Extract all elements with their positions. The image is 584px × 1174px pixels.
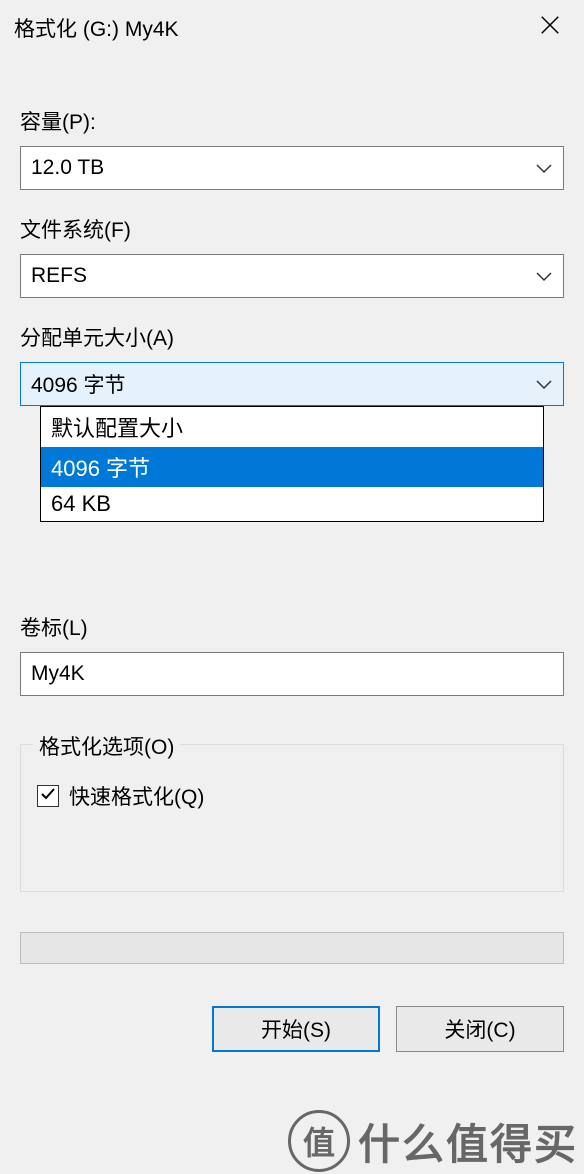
format-options-legend: 格式化选项(O) (33, 731, 180, 761)
volume-input[interactable] (20, 652, 564, 696)
chevron-down-icon (535, 378, 553, 390)
check-icon (40, 784, 56, 808)
quick-format-label: 快速格式化(Q) (69, 781, 204, 811)
capacity-select[interactable]: 12.0 TB (20, 146, 564, 190)
close-icon (539, 14, 561, 42)
quick-format-checkbox-row[interactable]: 快速格式化(Q) (37, 781, 547, 811)
close-button[interactable]: 关闭(C) (396, 1006, 564, 1052)
dialog-content: 容量(P): 12.0 TB 文件系统(F) REFS 分配单元大小(A) 40… (0, 56, 584, 1052)
filesystem-label: 文件系统(F) (20, 214, 564, 244)
format-progress-bar (20, 932, 564, 964)
allocation-dropdown-list: 默认配置大小4096 字节64 KB (40, 406, 544, 522)
allocation-option[interactable]: 默认配置大小 (41, 407, 543, 447)
titlebar: 格式化 (G:) My4K (0, 0, 584, 56)
close-window-button[interactable] (530, 8, 570, 48)
filesystem-value: REFS (31, 264, 87, 288)
format-options-group: 格式化选项(O) 快速格式化(Q) (20, 744, 564, 892)
window-title: 格式化 (G:) My4K (14, 13, 179, 43)
start-button-label: 开始(S) (261, 1014, 331, 1044)
chevron-down-icon (535, 270, 553, 282)
watermark: 值 什么值得买 (288, 1110, 578, 1172)
watermark-text: 什么值得买 (358, 1111, 578, 1172)
chevron-down-icon (535, 162, 553, 174)
allocation-value: 4096 字节 (31, 369, 126, 399)
close-button-label: 关闭(C) (444, 1014, 515, 1044)
capacity-value: 12.0 TB (31, 156, 104, 180)
capacity-label: 容量(P): (20, 106, 564, 136)
allocation-select[interactable]: 4096 字节 (20, 362, 564, 406)
filesystem-select[interactable]: REFS (20, 254, 564, 298)
start-button[interactable]: 开始(S) (212, 1006, 380, 1052)
quick-format-checkbox[interactable] (37, 785, 59, 807)
watermark-badge: 值 (288, 1110, 350, 1172)
allocation-option[interactable]: 4096 字节 (41, 447, 543, 487)
volume-label: 卷标(L) (20, 612, 564, 642)
allocation-label: 分配单元大小(A) (20, 322, 564, 352)
dialog-button-row: 开始(S) 关闭(C) (20, 1006, 564, 1052)
allocation-option[interactable]: 64 KB (41, 487, 543, 521)
progress-wrap (20, 932, 564, 964)
